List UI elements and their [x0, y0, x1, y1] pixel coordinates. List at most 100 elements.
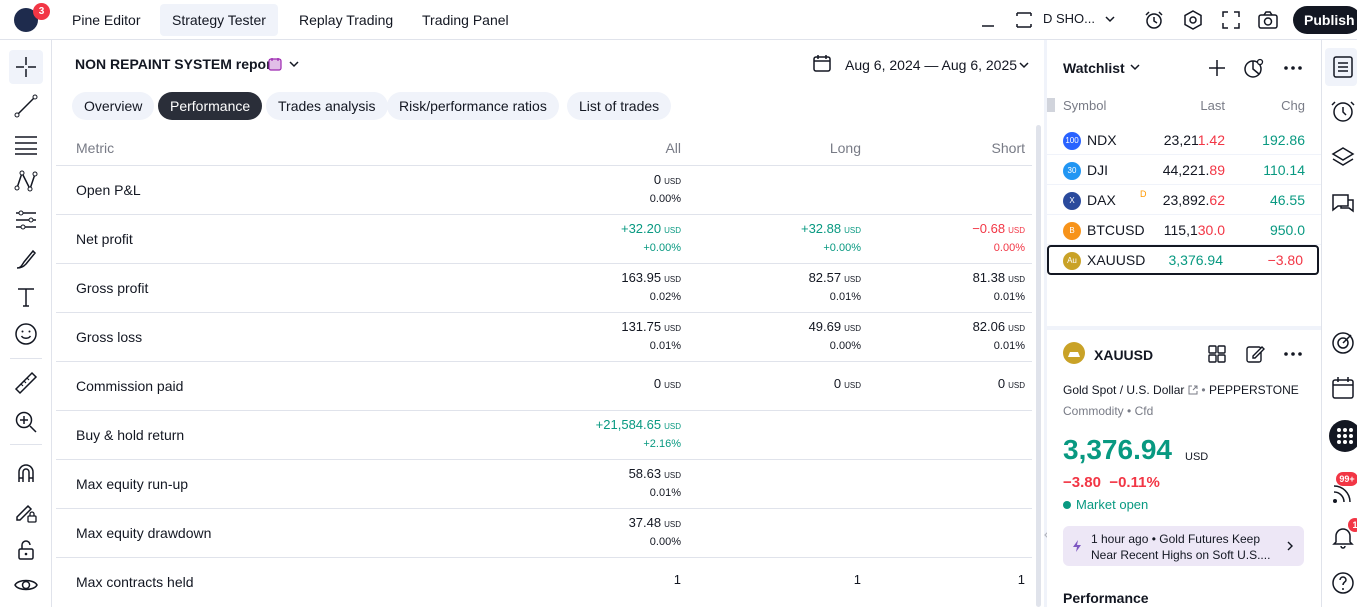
more-options-icon[interactable] — [1283, 344, 1303, 364]
publish-button[interactable]: Publish — [1293, 6, 1357, 34]
tab-strategy-tester[interactable]: Strategy Tester — [160, 4, 278, 36]
symbol-search[interactable]: D SHO... — [1043, 11, 1095, 26]
tab-list-of-trades[interactable]: List of trades — [567, 92, 672, 120]
column-header-symbol[interactable]: Symbol — [1063, 98, 1106, 113]
chevron-down-icon[interactable] — [1018, 59, 1030, 71]
value-text: −0.68 — [972, 221, 1006, 236]
watchlist-change: 950.0 — [1269, 222, 1305, 238]
fullscreen-icon[interactable] — [1220, 9, 1242, 31]
ruler-icon[interactable] — [13, 370, 39, 396]
watchlist-symbol: DAX — [1087, 192, 1116, 208]
metric-value: 0 USD — [481, 375, 681, 395]
value-text: 82.06 — [972, 319, 1006, 334]
metric-value: 0 USD — [481, 171, 681, 191]
column-header-last[interactable]: Last — [1200, 98, 1225, 113]
tab-replay-trading[interactable]: Replay Trading — [287, 4, 405, 36]
tab-overview[interactable]: Overview — [72, 92, 155, 120]
tab-pine-editor[interactable]: Pine Editor — [60, 4, 152, 36]
exchange-name[interactable]: PEPPERSTONE — [1209, 383, 1299, 397]
alert-clock-icon[interactable] — [1143, 9, 1165, 31]
watchlist-title[interactable]: Watchlist — [1063, 60, 1125, 76]
forecast-icon[interactable] — [13, 207, 39, 233]
feed-badge: 99+ — [1336, 472, 1357, 486]
symbol-subtype-label: Cfd — [1134, 404, 1154, 418]
tab-risk-performance-ratios[interactable]: Risk/performance ratios — [387, 92, 559, 120]
tab-performance[interactable]: Performance — [158, 92, 263, 120]
currency-unit: USD — [664, 520, 681, 529]
zoom-in-icon[interactable] — [13, 409, 39, 435]
metric-percent: +2.16% — [643, 438, 681, 450]
tab-trading-panel[interactable]: Trading Panel — [410, 4, 521, 36]
chat-icon[interactable] — [1330, 191, 1356, 217]
metric-cell-all: 131.75 USD 0.01% — [481, 318, 681, 354]
text-icon[interactable] — [13, 284, 39, 310]
calendar-icon[interactable] — [812, 53, 832, 73]
flash-icon — [1073, 540, 1081, 552]
alerts-clock-icon[interactable] — [1330, 98, 1356, 124]
metric-percent: 0.01% — [649, 487, 681, 499]
column-header-chg[interactable]: Chg — [1281, 98, 1305, 113]
right-sidebar-toolbar: 99+ 1 — [1321, 40, 1357, 607]
tab-trades-analysis[interactable]: Trades analysis — [266, 92, 388, 120]
apps-button[interactable] — [1329, 420, 1357, 452]
column-header-short: Short — [991, 140, 1025, 156]
help-icon[interactable] — [1330, 570, 1356, 596]
maximize-icon[interactable] — [1014, 10, 1034, 30]
calendar-icon[interactable] — [1330, 375, 1356, 401]
gold-symbol-logo — [1063, 342, 1085, 364]
change-percent: −0.11% — [1109, 474, 1160, 491]
metric-percent: +0.00% — [643, 242, 681, 254]
metric-cell-short: 0 USD — [825, 375, 1025, 395]
eye-icon[interactable] — [13, 572, 39, 598]
metric-value: 1 — [481, 571, 681, 589]
last-price: 3,376.94 — [1063, 434, 1172, 465]
date-range-selector[interactable]: Aug 6, 2024 — Aug 6, 2025 — [845, 57, 1017, 73]
metric-label: Buy & hold return — [76, 427, 185, 443]
metric-label: Max contracts held — [76, 574, 194, 590]
camera-icon[interactable] — [1257, 9, 1279, 31]
watchlist-item[interactable]: 30 DJI 44,221.89 110.14 — [1047, 155, 1321, 185]
layout-grid-icon[interactable] — [1207, 344, 1227, 364]
metric-cell-all: 1 — [481, 571, 681, 589]
table-row: Open P&L 0 USD 0.00% — [56, 165, 1032, 214]
lock-drawing-icon[interactable] — [13, 499, 39, 525]
external-link-icon[interactable] — [1188, 385, 1198, 395]
last-price-main: 23,892. — [1162, 192, 1210, 208]
table-row: Gross loss 131.75 USD 0.01% 49.69 USD 0.00% 82.… — [56, 312, 1032, 361]
watchlist-item[interactable]: 100 NDX 23,211.42 192.86 — [1047, 125, 1321, 155]
chevron-down-icon[interactable] — [1104, 13, 1116, 25]
fib-retracement-icon[interactable] — [13, 131, 39, 157]
currency-unit: USD — [1008, 226, 1025, 235]
trend-line-icon[interactable] — [13, 93, 39, 119]
edit-note-icon[interactable] — [1245, 344, 1265, 364]
pattern-icon[interactable] — [13, 168, 39, 194]
report-scrollbar[interactable] — [1036, 125, 1041, 607]
magnet-icon[interactable] — [13, 460, 39, 486]
advanced-view-icon[interactable] — [1243, 57, 1265, 79]
column-resize-handle[interactable] — [1047, 98, 1055, 112]
separator-dot: • — [1127, 404, 1132, 418]
layers-icon[interactable] — [1330, 145, 1356, 171]
watchlist-item[interactable]: Au XAUUSD 3,376.94 −3.80 — [1047, 245, 1319, 275]
brush-icon[interactable] — [13, 246, 39, 272]
news-card[interactable]: 1 hour ago • Gold Futures Keep Near Rece… — [1063, 526, 1304, 566]
watchlist-icon[interactable] — [1330, 54, 1356, 80]
ideas-icon[interactable] — [1330, 330, 1356, 356]
add-symbol-icon[interactable] — [1206, 57, 1228, 79]
last-price-change-digits: 89 — [1209, 162, 1225, 178]
metric-cell-short: −0.68 USD 0.00% — [825, 220, 1025, 256]
more-options-icon[interactable] — [1282, 57, 1304, 79]
chevron-down-icon[interactable] — [288, 58, 300, 70]
lock-icon[interactable] — [13, 537, 39, 563]
crosshair-icon[interactable] — [13, 54, 39, 80]
chevron-down-icon[interactable] — [1129, 61, 1141, 73]
settings-hex-icon[interactable] — [1182, 9, 1204, 31]
emoji-icon[interactable] — [13, 321, 39, 347]
watchlist-item[interactable]: X DAX D 23,892.62 46.55 — [1047, 185, 1321, 215]
report-title[interactable]: NON REPAINT SYSTEM report — [75, 56, 276, 72]
watchlist-item[interactable]: B BTCUSD 115,130.0 950.0 — [1047, 215, 1321, 245]
table-row: Gross profit 163.95 USD 0.02% 82.57 USD 0.01% 8… — [56, 263, 1032, 312]
minimize-icon[interactable] — [980, 12, 996, 28]
details-symbol[interactable]: XAUUSD — [1094, 347, 1153, 363]
description-text[interactable]: Gold Spot / U.S. Dollar — [1063, 383, 1184, 397]
